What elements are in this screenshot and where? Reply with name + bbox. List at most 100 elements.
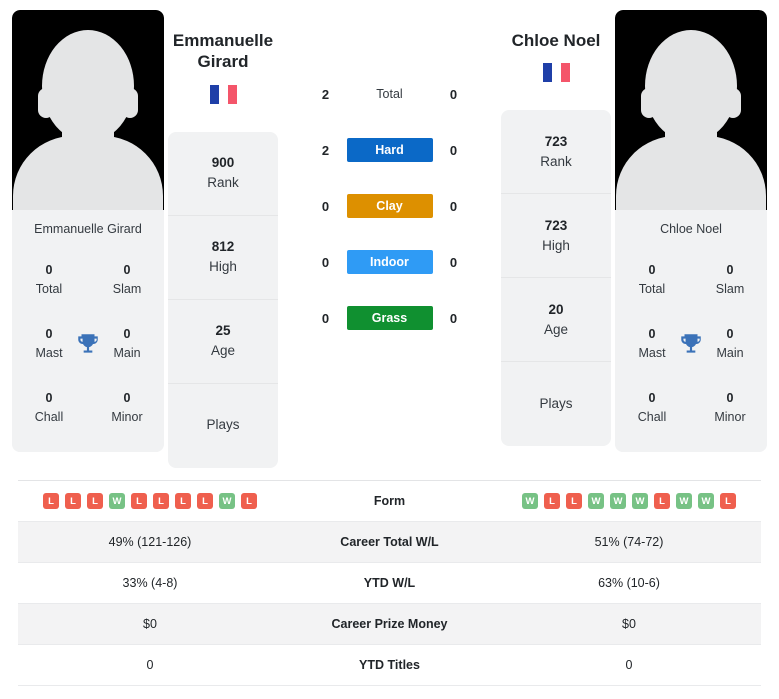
h2h-surface-label-total: Total <box>376 87 403 101</box>
left-plays-item: Plays <box>168 384 278 468</box>
avatar-body-icon <box>13 136 163 210</box>
left-age-label: Age <box>210 343 236 358</box>
left-rank-item: 900 Rank <box>168 132 278 216</box>
left-stat-main-label: Main <box>113 346 141 360</box>
left-stat-mast: 0 Mast <box>18 325 80 363</box>
h2h-surface-label-grass[interactable]: Grass <box>346 306 433 330</box>
right-stat-main-label: Main <box>716 346 744 360</box>
h2h-surface-label-hard[interactable]: Hard <box>346 138 433 162</box>
right-high-item: 723 High <box>501 194 611 279</box>
h2h-surface-label-indoor[interactable]: Indoor <box>346 250 433 274</box>
left-ytd-titles-value: 0 <box>146 658 154 672</box>
right-titles-row-1: 0 Total 0 Slam <box>621 248 761 312</box>
left-stat-minor: 0 Minor <box>96 389 158 427</box>
left-titles-row-3: 0 Chall 0 Minor <box>18 376 158 440</box>
left-info-box: 900 Rank 812 High 25 Age Plays <box>168 131 278 468</box>
form-badge-loss[interactable]: L <box>175 493 191 509</box>
left-stat-total: 0 Total <box>18 261 80 299</box>
form-badge-win[interactable]: W <box>698 493 714 509</box>
right-stat-chall: 0 Chall <box>621 389 683 427</box>
player-comparison-page: Emmanuelle Girard 0 Total 0 Slam 0 Mast <box>0 0 779 699</box>
avatar-ear-left-icon <box>38 88 54 118</box>
left-age-item: 25 Age <box>168 300 278 384</box>
h2h-right-score: 0 <box>449 254 458 270</box>
right-stat-slam-label: Slam <box>715 282 745 296</box>
right-stat-mast: 0 Mast <box>621 325 683 363</box>
form-badge-win[interactable]: W <box>588 493 604 509</box>
right-rank-value: 723 <box>544 133 568 149</box>
right-titles-row-3: 0 Chall 0 Minor <box>621 376 761 440</box>
left-stat-chall-label: Chall <box>34 410 64 424</box>
right-player-photo <box>615 10 767 210</box>
avatar-body-icon <box>616 136 766 210</box>
left-stat-chall: 0 Chall <box>18 389 80 427</box>
h2h-row-clay: 0 Clay 0 <box>282 178 497 234</box>
right-stat-minor-label: Minor <box>714 410 746 424</box>
form-badge-win[interactable]: W <box>219 493 235 509</box>
right-photo-caption: Chloe Noel <box>615 210 767 248</box>
right-stat-minor: 0 Minor <box>699 389 761 427</box>
form-badge-loss[interactable]: L <box>654 493 670 509</box>
table-row-label: Form <box>373 494 406 508</box>
h2h-right-score: 0 <box>449 142 458 158</box>
table-row: L L L W L L L L W L Form W L L W W W L W W L <box>18 481 761 522</box>
h2h-row-indoor: 0 Indoor 0 <box>282 234 497 290</box>
left-career-prize-money-value: $0 <box>143 617 157 631</box>
left-player-name[interactable]: Emmanuelle Girard <box>168 10 278 73</box>
right-player-card[interactable]: Chloe Noel 0 Total 0 Slam 0 Mast 0 Main … <box>615 10 767 452</box>
right-stat-slam: 0 Slam <box>699 261 761 299</box>
right-form-list: WLLWWWLWWL <box>497 493 761 509</box>
form-badge-loss[interactable]: L <box>720 493 736 509</box>
form-badge-loss[interactable]: L <box>197 493 213 509</box>
left-high-item: 812 High <box>168 216 278 300</box>
form-badge-win[interactable]: W <box>610 493 626 509</box>
head-to-head-column: 2 Total 0 2 Hard 0 0 Clay 0 0 Indoor 0 0 Grass 0 <box>282 10 497 346</box>
form-badge-win[interactable]: W <box>522 493 538 509</box>
left-high-label: High <box>209 259 237 274</box>
form-badge-loss[interactable]: L <box>87 493 103 509</box>
form-badge-win[interactable]: W <box>109 493 125 509</box>
h2h-surface-label-clay[interactable]: Clay <box>346 194 433 218</box>
right-player-name[interactable]: Chloe Noel <box>501 10 611 51</box>
left-player-card[interactable]: Emmanuelle Girard 0 Total 0 Slam 0 Mast <box>12 10 164 452</box>
right-stat-main-value: 0 <box>726 327 734 342</box>
form-badge-loss[interactable]: L <box>43 493 59 509</box>
table-row: 0 YTD Titles 0 <box>18 645 761 686</box>
left-form-list: LLLWLLLLWL <box>18 493 282 509</box>
left-stat-total-label: Total <box>35 282 63 296</box>
left-rank-label: Rank <box>207 175 239 190</box>
right-ytd-w-l-value: 63% (10-6) <box>598 576 660 590</box>
comparison-top-section: Emmanuelle Girard 0 Total 0 Slam 0 Mast <box>0 0 779 478</box>
right-plays-item: Plays <box>501 362 611 446</box>
form-badge-loss[interactable]: L <box>241 493 257 509</box>
left-form-value: LLLWLLLLWL <box>18 493 282 509</box>
right-form-value: WLLWWWLWWL <box>497 493 761 509</box>
right-age-value: 20 <box>548 301 564 317</box>
table-row: 33% (4-8) YTD W/L 63% (10-6) <box>18 563 761 604</box>
right-age-label: Age <box>543 321 569 337</box>
right-titles-row-2: 0 Mast 0 Main <box>621 312 761 376</box>
form-badge-win[interactable]: W <box>676 493 692 509</box>
h2h-left-score: 2 <box>321 142 330 158</box>
right-rank-item: 723 Rank <box>501 110 611 195</box>
form-badge-win[interactable]: W <box>632 493 648 509</box>
form-badge-loss[interactable]: L <box>131 493 147 509</box>
table-row-label: YTD Titles <box>359 658 420 672</box>
right-stat-total-label: Total <box>638 282 666 296</box>
right-stat-mast-label: Mast <box>638 346 666 360</box>
form-badge-loss[interactable]: L <box>65 493 81 509</box>
form-badge-loss[interactable]: L <box>566 493 582 509</box>
left-high-value: 812 <box>211 238 235 254</box>
right-stat-main: 0 Main <box>699 325 761 363</box>
h2h-right-score: 0 <box>449 310 458 326</box>
left-flag-icon <box>209 84 237 104</box>
avatar-ear-right-icon <box>725 88 741 118</box>
h2h-left-score: 2 <box>321 86 330 102</box>
form-badge-loss[interactable]: L <box>544 493 560 509</box>
form-badge-loss[interactable]: L <box>153 493 169 509</box>
left-stat-main-value: 0 <box>123 327 131 342</box>
left-age-value: 25 <box>215 322 231 338</box>
trophy-icon <box>681 334 701 353</box>
left-stat-minor-value: 0 <box>123 391 131 406</box>
left-player-info-column: Emmanuelle Girard 900 Rank 812 High 25 A… <box>164 10 282 468</box>
